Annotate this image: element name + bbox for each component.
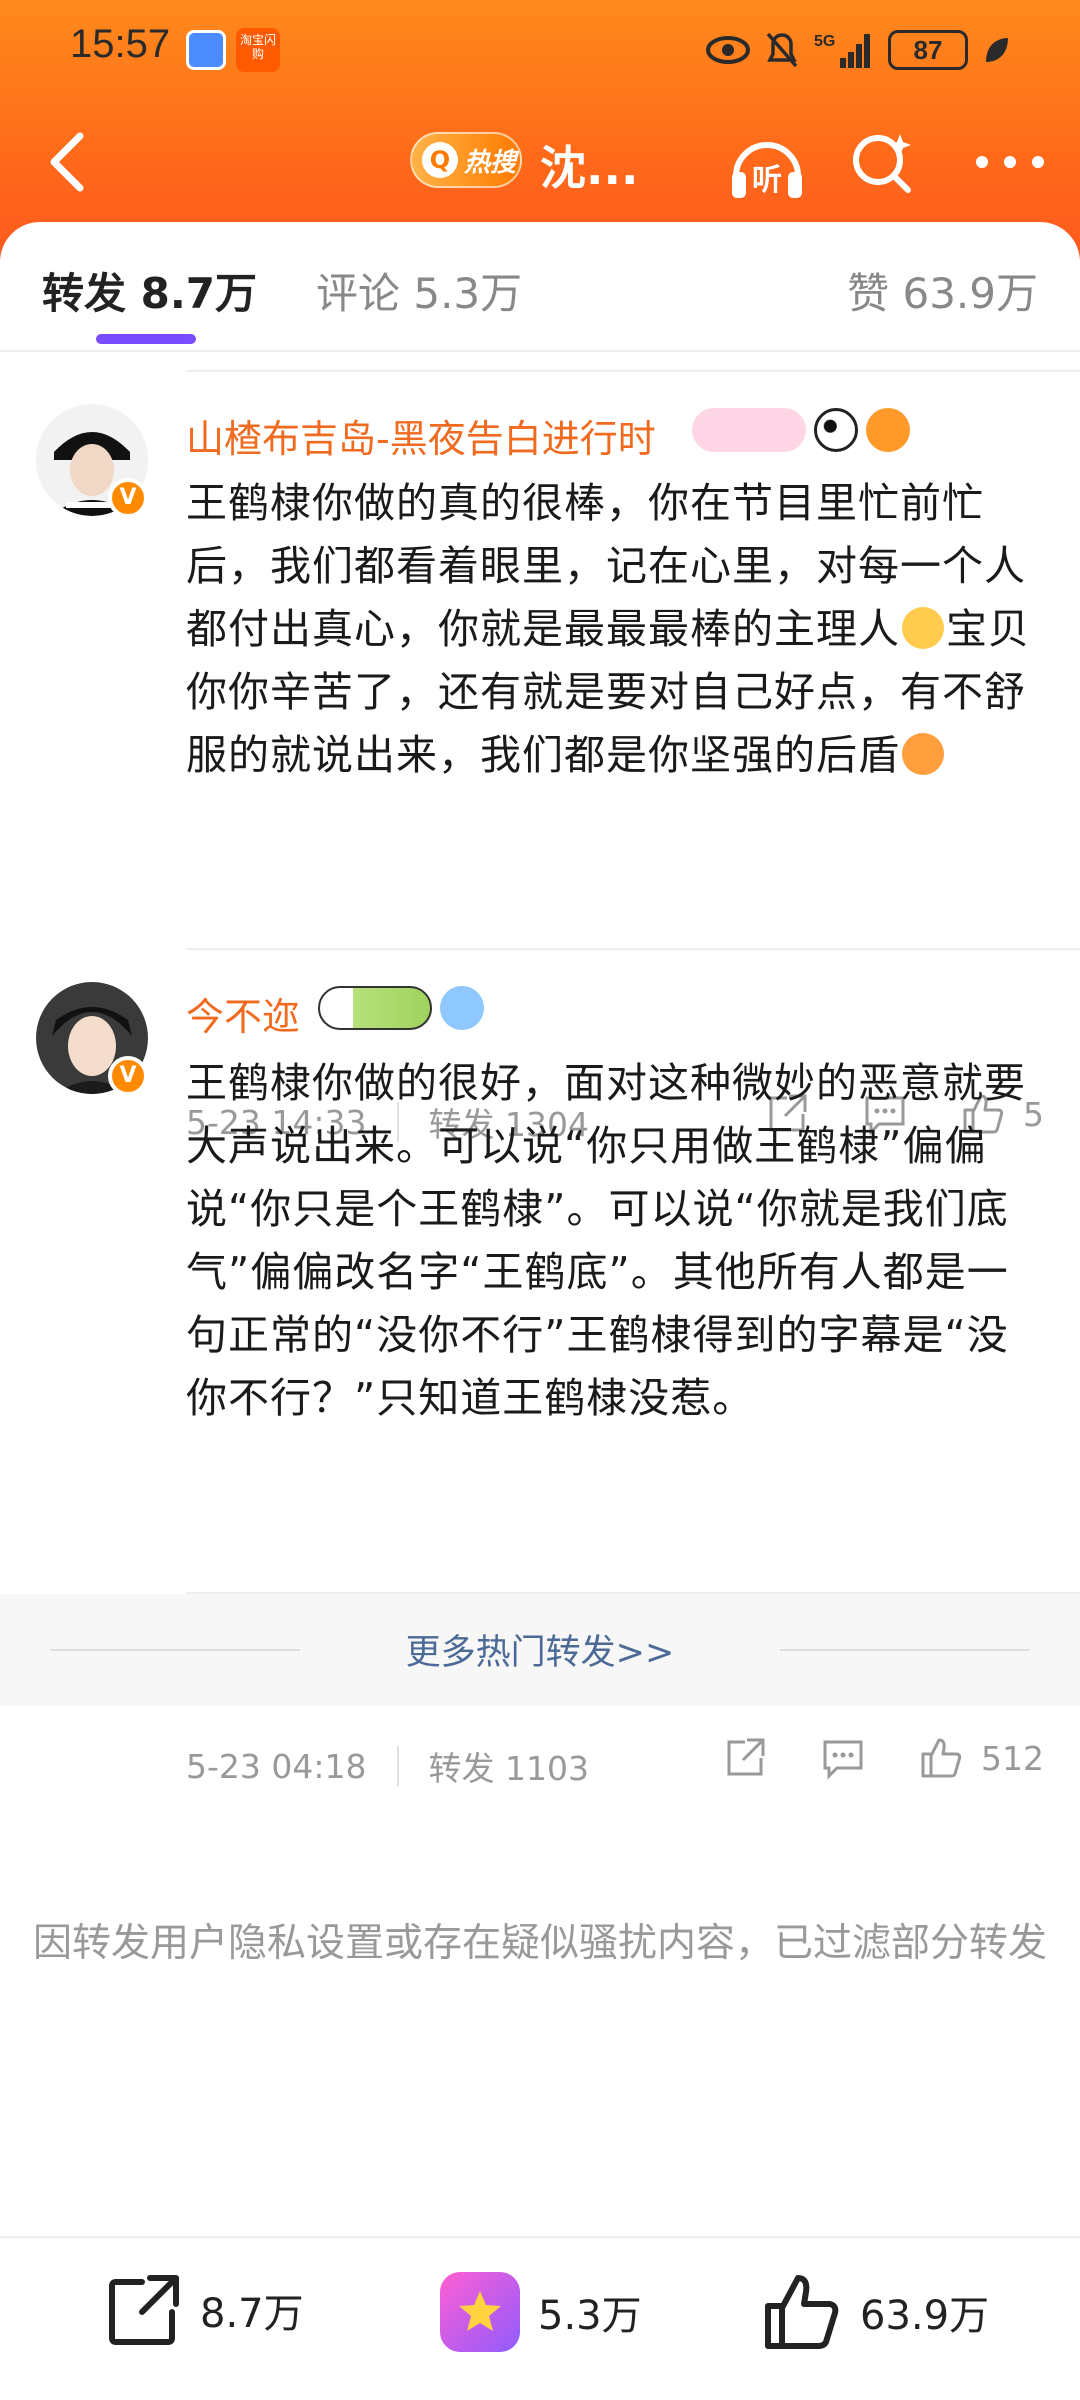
- emoji-kiss-icon: [902, 733, 944, 775]
- status-time: 15:57: [70, 22, 171, 66]
- panda-bamboo-badge: [318, 986, 432, 1030]
- like-button[interactable]: 63.9万: [762, 2272, 989, 2352]
- status-bar: 15:57 淘宝闪购 5G 87: [0, 0, 1080, 100]
- comment-button[interactable]: 5.3万: [440, 2272, 642, 2352]
- tab-comment[interactable]: 评论 5.3万: [316, 260, 522, 321]
- share-icon[interactable]: [723, 1736, 767, 1780]
- user-badges: [318, 986, 484, 1030]
- like-total: 63.9万: [860, 2293, 990, 2339]
- panda-icon: [814, 408, 858, 452]
- nav-bar: Q 热搜 沈... 听: [0, 110, 1080, 210]
- notification-app-icon: [186, 30, 226, 70]
- like-count: 512: [981, 1738, 1044, 1778]
- verified-badge: V: [108, 1056, 148, 1096]
- divider: [780, 1649, 1030, 1651]
- post-meta: 5-23 04:18 转发 1103: [186, 1742, 589, 1790]
- repost-total: 8.7万: [200, 2291, 304, 2337]
- battery-indicator: 87: [888, 30, 968, 70]
- repost-count[interactable]: 转发 1103: [429, 1742, 589, 1790]
- more-hot-reposts: 更多热门转发>>: [0, 1594, 1080, 1706]
- back-arrow-icon[interactable]: [30, 122, 110, 202]
- status-icons: 5G 87: [706, 26, 1010, 74]
- search-icon[interactable]: [842, 122, 922, 202]
- emoji-pray-icon: [902, 607, 944, 649]
- content-sheet: 转发 8.7万 评论 5.3万 赞 63.9万 V 山楂布吉岛-黑夜告白进行时 …: [0, 222, 1080, 2400]
- hot-search-label: 热搜: [464, 147, 517, 178]
- fan-badge: [692, 408, 806, 452]
- mute-bell-icon: [766, 32, 798, 68]
- leaf-icon: [986, 38, 1008, 62]
- bottom-action-bar: 8.7万 5.3万 63.9万: [0, 2236, 1080, 2400]
- search-q-icon: Q: [422, 142, 458, 178]
- thumbs-up-icon: [921, 1738, 962, 1778]
- tab-bar: 转发 8.7万 评论 5.3万 赞 63.9万: [0, 222, 1080, 352]
- shark-icon: [440, 986, 484, 1030]
- username[interactable]: 山楂布吉岛-黑夜告白进行时: [186, 408, 656, 463]
- signal-5g-icon: 5G: [814, 33, 870, 68]
- more-dots-icon[interactable]: [960, 122, 1060, 202]
- svg-text:听: 听: [752, 163, 782, 198]
- taobao-app-icon: 淘宝闪购: [236, 28, 280, 72]
- divider: [186, 948, 1080, 950]
- page-title: 沈...: [540, 141, 639, 195]
- fish-icon: [866, 408, 910, 452]
- divider: [186, 370, 1080, 372]
- post-content: 王鹤棣你做的真的很棒，你在节目里忙前忙后，我们都看着眼里，记在心里，对每一个人都…: [186, 472, 1046, 787]
- star-comment-icon: [440, 2272, 520, 2352]
- post-time: 5-23 04:18: [186, 1746, 367, 1786]
- tab-indicator: [96, 334, 196, 344]
- meta-separator: [396, 1746, 399, 1786]
- comment-icon[interactable]: [821, 1736, 865, 1780]
- post-text: 王鹤棣你做的真的很棒，你在节目里忙前忙后，我们都看着眼里，记在心里，对每一个人都…: [186, 479, 1026, 653]
- comment-total: 5.3万: [538, 2293, 642, 2339]
- thumbs-up-icon: [765, 2275, 839, 2349]
- tab-repost[interactable]: 转发 8.7万: [42, 260, 257, 321]
- post-content: 王鹤棣你做的很好，面对这种微妙的恶意就要大声说出来。可以说“你只用做王鹤棣”偏偏…: [186, 1059, 1026, 1422]
- svg-text:5G: 5G: [814, 33, 835, 50]
- user-badges: [692, 408, 910, 452]
- post-actions: 512: [723, 1736, 1044, 1780]
- like-action[interactable]: 512: [919, 1736, 1044, 1780]
- headphones-icon[interactable]: 听: [722, 120, 812, 210]
- tab-like[interactable]: 赞 63.9万: [847, 260, 1038, 321]
- repost-button[interactable]: 8.7万: [106, 2272, 304, 2348]
- share-icon: [109, 2275, 179, 2345]
- eye-icon: [706, 36, 750, 64]
- username[interactable]: 今不迩: [186, 986, 300, 1041]
- header: 15:57 淘宝闪购 5G 87 Q 热搜 沈... 听: [0, 0, 1080, 260]
- verified-badge: V: [108, 478, 148, 518]
- filter-notice: 因转发用户隐私设置或存在疑似骚扰内容，已过滤部分转发: [32, 1921, 1047, 1966]
- hot-search-badge[interactable]: Q 热搜: [410, 132, 522, 188]
